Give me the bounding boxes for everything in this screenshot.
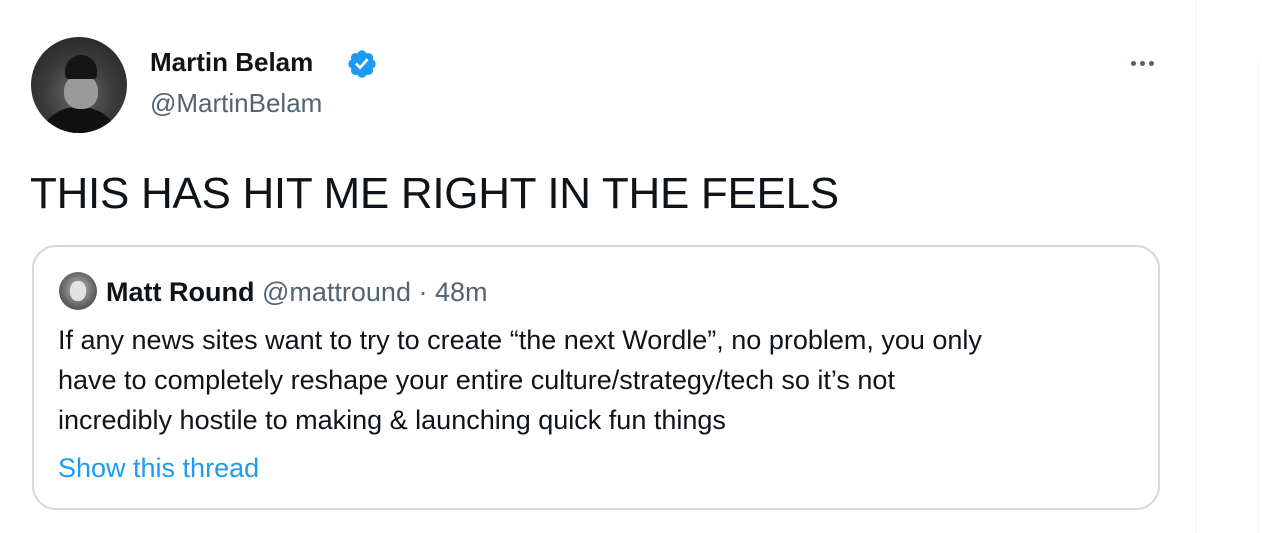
author-name[interactable]: Martin Belam	[150, 46, 313, 78]
avatar-hat	[65, 55, 97, 79]
quoted-author-name: Matt Round	[106, 277, 254, 307]
quoted-author-avatar	[59, 272, 97, 310]
quoted-tweet-time[interactable]: 48m	[435, 277, 488, 307]
sidebar-border	[1258, 62, 1259, 533]
quoted-tweet-text: If any news sites want to try to create …	[58, 320, 982, 440]
quoted-text-line: If any news sites want to try to create …	[58, 320, 982, 360]
quoted-text-line: incredibly hostile to making & launching…	[58, 400, 982, 440]
quoted-tweet-header: Matt Round @mattround · 48m	[106, 275, 488, 309]
avatar-face	[64, 75, 98, 109]
quoted-author-handle: @mattround	[262, 277, 411, 307]
quoted-avatar-face	[70, 281, 86, 301]
author-avatar[interactable]	[31, 37, 127, 133]
author-handle[interactable]: @MartinBelam	[150, 87, 322, 119]
tweet-column: Martin Belam @MartinBelam THIS HAS HIT M…	[0, 0, 1196, 533]
verified-badge-icon	[346, 48, 378, 80]
quoted-text-line: have to completely reshape your entire c…	[58, 360, 982, 400]
more-dot	[1149, 61, 1154, 66]
right-sidebar	[1197, 0, 1262, 533]
show-thread-link[interactable]: Show this thread	[58, 448, 259, 488]
more-dot	[1131, 61, 1136, 66]
more-dot	[1140, 61, 1145, 66]
more-options-icon[interactable]	[1122, 50, 1162, 76]
tweet-text: THIS HAS HIT ME RIGHT IN THE FEELS	[30, 168, 839, 220]
avatar-shoulders	[37, 107, 121, 133]
quoted-tweet-card[interactable]: Matt Round @mattround · 48m If any news …	[32, 245, 1160, 510]
header-separator: ·	[418, 277, 427, 307]
